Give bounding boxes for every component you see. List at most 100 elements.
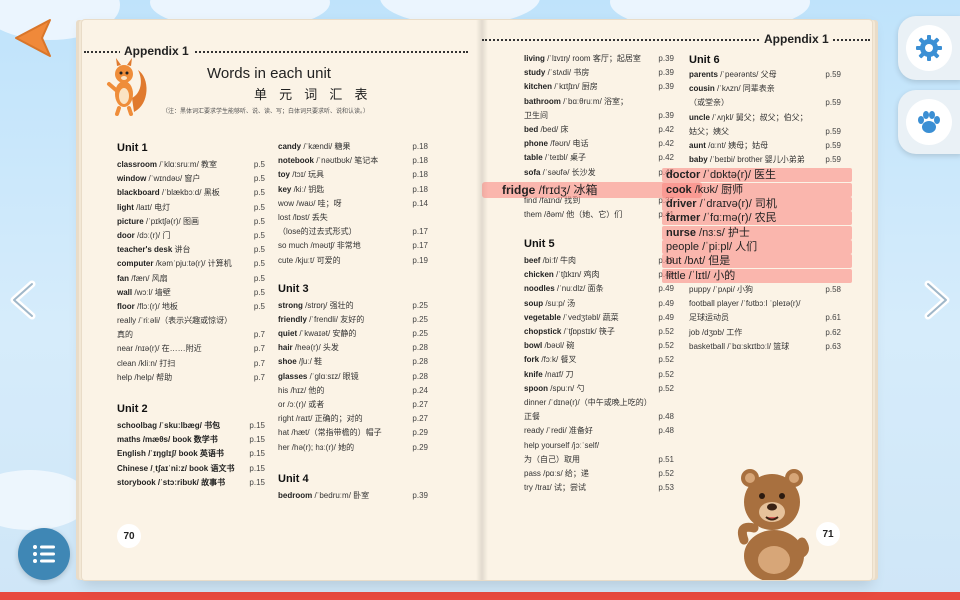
word-entry: job /dʒɒb/ 工作 p.62: [689, 327, 841, 337]
word-entry: uncle /ˈʌŋkl/ 舅父；叔父；伯父；: [689, 112, 808, 122]
title-note: （注：黑体词汇要求学生能够听、说、读、写；白体词只要求听、说和认读。）: [162, 109, 370, 115]
word-entry: so much /məʊtʃ/ 非常地 p.17: [278, 241, 428, 251]
word-entry: candy /ˈkændi/ 糖果 p.18: [278, 142, 428, 151]
word-column-right-2-bottom: puppy /ˈpʌpi/ 小狗 p.58 football player /ˈf…: [689, 284, 841, 355]
page-title: Words in each unit: [207, 65, 331, 82]
word-entry: （或堂亲） p.59: [689, 98, 841, 108]
word-entry: puppy /ˈpʌpi/ 小狗 p.58: [689, 285, 841, 294]
unit-heading: Unit 3: [278, 282, 309, 295]
word-entry: wall /wɔːl/ 墙壁 p.5: [117, 287, 265, 297]
word-entry: 真的 p.7: [117, 330, 265, 340]
word-entry: pass /pɑːs/ 给；递 p.52: [524, 468, 674, 478]
back-button[interactable]: [10, 14, 56, 60]
word-entry: help yourself /jɔːˈself/: [524, 440, 600, 450]
highlight-cook[interactable]: cook /kʊk/ 厨师: [662, 183, 852, 197]
word-entry: or /ɔː(r)/ 或者 p.27: [278, 400, 428, 409]
word-list-unit1: classroom /ˈklɑːsruːm/ 教室 p.5 window /ˈwɪ…: [117, 159, 265, 386]
word-entry: schoolbag /ˈskuːlbæg/ 书包 p.15: [117, 421, 265, 430]
bottom-bar: [0, 592, 960, 600]
word-entry: floor /flɔː(r)/ 地板 p.5: [117, 301, 265, 311]
word-entry: bedroom /ˈbedruːm/ 卧室 p.39: [278, 490, 428, 500]
word-entry: fork /fɔːk/ 餐叉 p.52: [524, 355, 674, 365]
appendix-header-right: Appendix 1: [480, 32, 872, 46]
word-entry: help /help/ 帮助 p.7: [117, 372, 265, 382]
word-list-unit2: schoolbag /ˈskuːlbæg/ 书包 p.15 maths /mæθs…: [117, 420, 265, 491]
unit-heading: Unit 2: [117, 403, 148, 415]
appendix-label: Appendix 1: [760, 32, 833, 46]
menu-button[interactable]: [18, 528, 70, 580]
word-entry: window /ˈwɪndəʊ/ 窗户 p.5: [117, 174, 265, 184]
word-list-unit4-end: find /faɪnd/ 找到p.37 them /ðəm/ 他（她、它）们p.…: [524, 195, 674, 223]
list-icon: [33, 545, 55, 563]
word-entry: them /ðəm/ 他（她、它）们p.41: [524, 209, 674, 219]
highlight-but[interactable]: but /bʌt/ 但是: [662, 254, 852, 268]
gear-icon: [916, 35, 942, 61]
settings-button-face: [906, 25, 952, 71]
word-entry: baby /ˈbeɪbi/ brother 婴儿小弟弟 p.59: [689, 155, 841, 165]
highlight-doctor[interactable]: doctor /ˈdɒktə(r)/ 医生: [662, 168, 852, 182]
word-list-unit2-cont: candy /ˈkændi/ 糖果 p.18 notebook /ˈnəʊtbʊk…: [278, 141, 428, 269]
unit-heading: Unit 1: [117, 142, 148, 154]
unit-heading: Unit 4: [278, 472, 309, 485]
word-entry: dinner /ˈdɪnə(r)/（中午或晚上吃的）: [524, 397, 652, 407]
highlight-nurse[interactable]: nurse /nɜːs/ 护士: [662, 226, 852, 240]
highlight-little[interactable]: little /ˈlɪtl/ 小的: [662, 269, 852, 283]
word-entry: door /dɔː(r)/ 门 p.5: [117, 230, 265, 240]
word-entry: living /ˈlɪvɪŋ/ room 客厅；起居室 p.39: [524, 54, 674, 63]
word-entry: phone /fəʊn/ 电话 p.42: [524, 139, 674, 149]
chevron-left-icon: [10, 280, 36, 320]
word-list-unit5: beef /biːf/ 牛肉p.49 chicken /ˈtʃɪkɪn/ 鸡肉p…: [524, 255, 674, 496]
word-entry: 足球运动员 p.61: [689, 313, 841, 323]
word-entry: friendly /ˈfrendli/ 友好的 p.25: [278, 314, 428, 324]
word-entry: 卫生间 p.39: [524, 110, 674, 120]
word-entry: chopstick /ˈtʃɒpstɪk/ 筷子 p.52: [524, 327, 674, 336]
word-column-right-1: living /ˈlɪvɪŋ/ room 客厅；起居室 p.39 study /ˈ…: [524, 53, 674, 496]
word-entry: glasses /ˈglɑːsɪz/ 眼镜 p.28: [278, 371, 428, 381]
word-entry: near /nɪə(r)/ 在……附近 p.7: [117, 344, 265, 354]
word-entry: parents /ˈpeərənts/ 父母 p.59: [689, 70, 841, 79]
word-entry: table /ˈteɪbl/ 桌子 p.42: [524, 153, 674, 163]
word-entry: Chinese /ˌtʃaɪˈniːz/ book 语文书 p.15: [117, 463, 265, 473]
word-entry: aunt /ɑːnt/ 姨母；姑母 p.59: [689, 140, 841, 150]
word-entry: toy /tɔɪ/ 玩具 p.18: [278, 170, 428, 180]
word-entry: football player /ˈfʊtbɔːl ˈpleɪə(r)/: [689, 299, 801, 309]
paw-icon: [918, 111, 940, 133]
page-title-cn: 单 元 词 汇 表: [254, 88, 372, 103]
word-entry: storybook /ˈstɔːribʊk/ 故事书 p.15: [117, 477, 265, 487]
bear-illustration: [737, 469, 809, 580]
word-entry: hair /heə(r)/ 头发 p.28: [278, 343, 428, 353]
paw-button[interactable]: [898, 90, 960, 154]
word-entry: noodles /ˈnuːdlz/ 面条 p.49: [524, 284, 674, 294]
back-arrow-icon: [15, 19, 51, 57]
word-entry: quiet /ˈkwaɪət/ 安静的 p.25: [278, 329, 428, 339]
word-entry: her /hə(r); hɜː(r)/ 她的 p.29: [278, 442, 428, 452]
word-entry: lost /lɒst/ 丢失: [278, 212, 328, 222]
word-entry: 正餐 p.48: [524, 412, 674, 422]
word-entry: study /ˈstʌdi/ 书房 p.39: [524, 68, 674, 78]
word-entry: 为（自己）取用 p.51: [524, 454, 674, 464]
word-entry: clean /kliːn/ 打扫 p.7: [117, 358, 265, 368]
word-entry: maths /mæθs/ book 数学书 p.15: [117, 435, 265, 445]
word-list-unit6: parents /ˈpeərənts/ 父母 p.59 cousin /ˈkʌzn…: [689, 69, 841, 168]
book-spine: [476, 20, 488, 580]
word-entry: English /ˈɪŋglɪʃ/ book 英语书 p.15: [117, 449, 265, 459]
next-page-button[interactable]: [920, 280, 954, 320]
word-entry: classroom /ˈklɑːsruːm/ 教室 p.5: [117, 160, 265, 169]
word-entry: spoon /spuːn/ 勺 p.52: [524, 383, 674, 393]
word-entry: right /raɪt/ 正确的；对的 p.27: [278, 414, 428, 424]
highlight-people[interactable]: people /ˈpiːpl/ 人们: [662, 240, 852, 254]
highlight-farmer[interactable]: farmer /ˈfɑːmə(r)/ 农民: [662, 211, 852, 225]
previous-page-button[interactable]: [6, 280, 40, 320]
highlight-driver[interactable]: driver /ˈdraɪvə(r)/ 司机: [662, 197, 852, 211]
word-entry: bowl /bəʊl/ 碗 p.52: [524, 341, 674, 351]
word-entry: 姑父；姨父 p.59: [689, 126, 841, 136]
word-entry: his /hɪz/ 他的 p.24: [278, 385, 428, 395]
settings-button[interactable]: [898, 16, 960, 80]
page-number-left: 70: [117, 524, 141, 548]
word-entry: key /kiː/ 钥匙 p.18: [278, 184, 428, 194]
word-entry: hat /hæt/（常指带檐的）帽子 p.29: [278, 428, 428, 438]
word-entry: kitchen /ˈkɪtʃɪn/ 厨房 p.39: [524, 82, 674, 92]
word-entry: computer /kəmˈpjuːtə(r)/ 计算机 p.5: [117, 259, 265, 269]
chevron-right-icon: [924, 280, 950, 320]
unit-heading: Unit 5: [524, 238, 555, 251]
